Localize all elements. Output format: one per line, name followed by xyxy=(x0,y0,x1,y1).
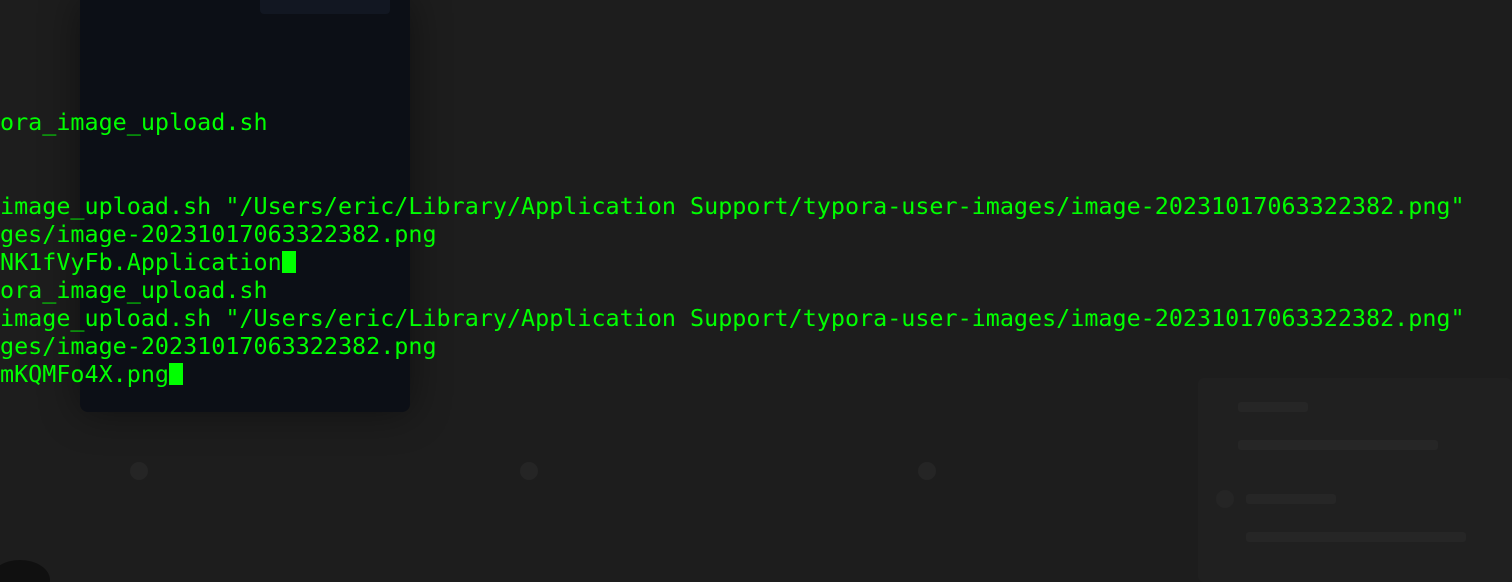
terminal-line: NK1fVyFb.Application xyxy=(0,248,296,276)
terminal-line: ora_image_upload.sh xyxy=(0,108,268,136)
terminal-line: ges/image-20231017063322382.png xyxy=(0,220,437,248)
terminal-line: image_upload.sh "/Users/eric/Library/App… xyxy=(0,192,1465,220)
cursor-block-icon xyxy=(281,251,296,273)
terminal-line-text: NK1fVyFb.Application xyxy=(0,248,282,276)
cursor-block-icon xyxy=(169,363,183,385)
desktop-background: ora_image_upload.sh image_upload.sh "/Us… xyxy=(0,0,1512,582)
terminal-output[interactable]: ora_image_upload.sh image_upload.sh "/Us… xyxy=(0,0,1512,582)
terminal-line: ges/image-20231017063322382.png xyxy=(0,332,437,360)
terminal-line: image_upload.sh "/Users/eric/Library/App… xyxy=(0,304,1465,332)
terminal-line: mKQMFo4X.png xyxy=(0,360,183,388)
terminal-line: ora_image_upload.sh xyxy=(0,276,268,304)
terminal-line-text: mKQMFo4X.png xyxy=(0,360,169,388)
